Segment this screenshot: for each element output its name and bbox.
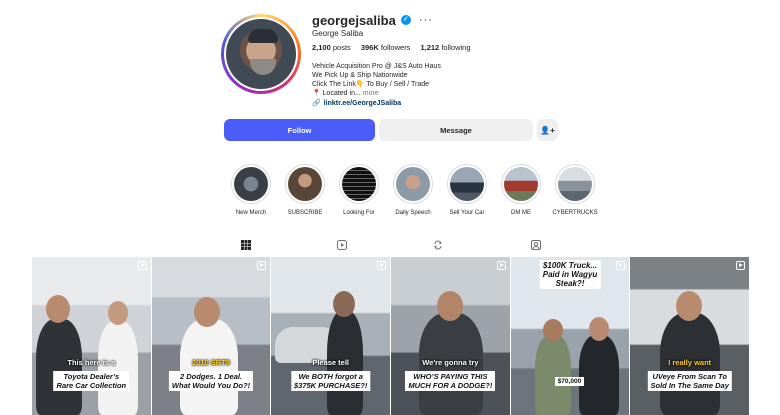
highlight-sell-your-car[interactable]: Sell Your Car <box>444 164 490 216</box>
beard-shape <box>250 59 276 75</box>
post-tile[interactable]: 2010 SRT8 2 Dodges. 1 Deal. What Would Yo… <box>151 257 271 415</box>
highlight-label: Sell Your Car <box>449 210 485 216</box>
reel-icon <box>736 261 746 270</box>
profile-avatar[interactable] <box>221 14 301 94</box>
highlight-thumbnail <box>558 167 592 201</box>
story-highlights: New Merch SUBSCRIBE Looking For Daily Sp… <box>228 164 598 216</box>
post-tile[interactable]: This here is a Toyota Dealer’s Rare Car C… <box>32 257 151 415</box>
post-caption-box: We BOTH forgot a $375K PURCHASE?! <box>290 371 371 391</box>
bio-line: Vehicle Acquisition Pro @ J&S Auto Haus <box>312 63 441 70</box>
link-icon: 🔗 <box>312 100 321 107</box>
person-shape <box>578 335 619 415</box>
repost-icon <box>434 240 442 250</box>
post-tile[interactable]: $100K Truck... Paid in Wagyu Steak?! $70,0… <box>510 257 630 415</box>
post-caption-box: $100K Truck... Paid in Wagyu Steak?! <box>539 260 601 289</box>
highlight-label: SUBSCRIBE <box>287 210 323 216</box>
bio-link-text[interactable]: linktr.ee/GeorgeJSaliba <box>324 100 401 107</box>
tab-reels[interactable] <box>334 238 350 252</box>
highlight-label: New Merch <box>235 210 267 216</box>
post-caption-box: Toyota Dealer’s Rare Car Collection <box>53 371 130 391</box>
highlight-label: CYBERTRUCKS <box>552 210 598 216</box>
person-shape <box>534 335 571 415</box>
highlight-label: Daily Speech <box>395 210 431 216</box>
profile-tabs <box>32 238 749 254</box>
tab-reposts[interactable] <box>430 238 446 252</box>
post-tile[interactable]: Please tell We BOTH forgot a $375K PURCHA… <box>271 257 391 415</box>
post-caption-top: I really want <box>668 358 712 367</box>
bio-line: Click The Link👇 To Buy / Sell / Trade <box>312 81 430 88</box>
more-horizontal-icon[interactable]: ··· <box>419 14 433 26</box>
posts-count: 2,100 posts <box>312 43 351 52</box>
add-user-icon: 👤+ <box>540 125 555 135</box>
reel-icon <box>616 261 626 270</box>
tagged-icon <box>531 240 541 250</box>
head-shape <box>46 295 70 323</box>
reel-icon <box>137 261 147 270</box>
verified-badge-icon: ✓ <box>400 15 411 25</box>
highlight-thumbnail <box>342 167 376 201</box>
post-caption-top: This here is a <box>67 358 116 367</box>
username-row: georgejsaliba ✓ ··· <box>312 12 433 28</box>
person-shape <box>98 321 138 415</box>
tab-tagged[interactable] <box>528 238 544 252</box>
profile-stats: 2,100 posts 396K followers 1,212 followi… <box>312 43 471 52</box>
posts-grid: This here is a Toyota Dealer’s Rare Car C… <box>32 257 750 415</box>
highlight-thumbnail <box>396 167 430 201</box>
reel-icon <box>496 261 506 270</box>
follow-button[interactable]: Follow <box>224 119 375 141</box>
highlight-thumbnail <box>234 167 268 201</box>
bio-line: 📍 Located in... more <box>312 90 379 97</box>
highlight-thumbnail <box>450 167 484 201</box>
head-shape <box>588 317 609 341</box>
message-button[interactable]: Message <box>379 119 533 141</box>
cap-shape <box>248 29 278 43</box>
add-user-button[interactable]: 👤+ <box>537 119 558 141</box>
head-shape <box>542 319 563 341</box>
avatar-photo <box>226 19 296 89</box>
profile-header: georgejsaliba ✓ ··· George Saliba 2,100 … <box>0 0 780 120</box>
highlight-subscribe[interactable]: SUBSCRIBE <box>282 164 328 216</box>
post-price-tag: $70,000 <box>554 377 585 386</box>
highlight-thumbnail <box>288 167 322 201</box>
highlight-label: Looking For <box>343 210 375 216</box>
post-tile[interactable]: We're gonna try WHO’S PAYING THIS MUCH FO… <box>391 257 510 415</box>
highlight-dm-me[interactable]: DM ME <box>498 164 544 216</box>
head-shape <box>193 297 220 327</box>
reel-icon <box>377 261 387 270</box>
bio: Vehicle Acquisition Pro @ J&S Auto Haus … <box>312 62 441 98</box>
person-shape <box>36 319 82 415</box>
post-caption-box: WHO’S PAYING THIS MUCH FOR A DODGE?! <box>405 371 496 391</box>
reels-icon <box>337 240 347 250</box>
highlight-new-merch[interactable]: New Merch <box>228 164 274 216</box>
person-shape <box>179 319 238 415</box>
highlight-daily-speech[interactable]: Daily Speech <box>390 164 436 216</box>
following-count[interactable]: 1,212 following <box>420 43 470 52</box>
post-caption-top: We're gonna try <box>422 358 479 367</box>
grid-icon <box>241 240 251 250</box>
reel-icon <box>257 261 267 270</box>
highlight-thumbnail <box>504 167 538 201</box>
head-shape <box>437 291 464 321</box>
post-caption-top: 2010 SRT8 <box>192 358 230 367</box>
post-tile[interactable]: I really want UVeye From Scan To Sold In … <box>630 257 750 415</box>
bio-line: We Pick Up & Ship Nationwide <box>312 72 408 79</box>
post-caption-box: UVeye From Scan To Sold In The Same Day <box>647 371 732 391</box>
followers-count[interactable]: 396K followers <box>361 43 411 52</box>
bio-more-link[interactable]: more <box>363 90 379 97</box>
head-shape <box>108 301 128 325</box>
highlight-looking-for[interactable]: Looking For <box>336 164 382 216</box>
bio-link[interactable]: 🔗 linktr.ee/GeorgeJSaliba <box>312 99 401 108</box>
highlight-label: DM ME <box>511 210 531 216</box>
post-caption-top: Please tell <box>312 358 350 367</box>
post-caption-box: 2 Dodges. 1 Deal. What Would You Do?! <box>168 371 254 391</box>
full-name: George Saliba <box>312 29 364 38</box>
tab-posts[interactable] <box>238 238 254 252</box>
username[interactable]: georgejsaliba <box>312 13 396 28</box>
highlight-cybertrucks[interactable]: CYBERTRUCKS <box>552 164 598 216</box>
